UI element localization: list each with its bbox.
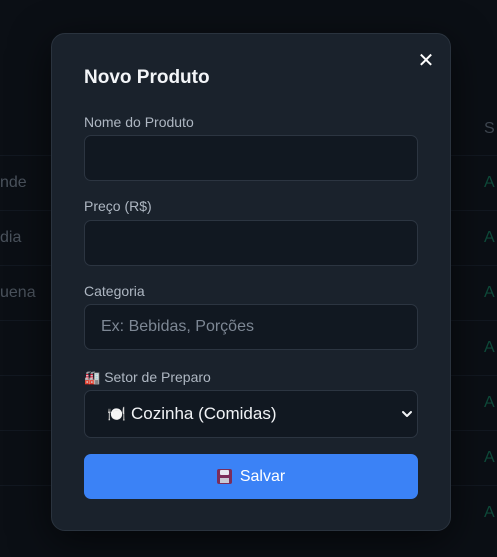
price-label: Preço (R$)	[84, 198, 152, 214]
sector-selected-value: Cozinha (Comidas)	[131, 404, 277, 423]
close-icon[interactable]: ✕	[416, 51, 436, 71]
product-name-label: Nome do Produto	[84, 114, 194, 130]
sector-label: 🏭 Setor de Preparo	[84, 369, 211, 386]
new-product-modal: Novo Produto ✕ Nome do Produto Preço (R$…	[51, 33, 451, 531]
category-input[interactable]	[84, 304, 418, 350]
floppy-disk-icon	[216, 469, 232, 484]
bg-row-text: nde	[0, 174, 27, 191]
save-button-label: Salvar	[239, 467, 286, 485]
category-label: Categoria	[84, 283, 145, 299]
modal-title: Novo Produto	[84, 67, 210, 88]
factory-icon: 🏭	[84, 370, 101, 385]
sector-label-text: Setor de Preparo	[104, 369, 211, 385]
bg-column-header: S	[484, 120, 495, 137]
save-button[interactable]: Salvar	[84, 454, 418, 499]
price-input[interactable]	[84, 220, 418, 266]
bg-row-text: dia	[0, 229, 22, 246]
bg-row-status: A	[484, 174, 495, 191]
product-name-input[interactable]	[84, 135, 418, 181]
bg-row-status: A	[484, 229, 495, 246]
bg-row-status: A	[484, 504, 495, 521]
chevron-down-icon	[402, 411, 412, 417]
bg-row-status: A	[484, 394, 495, 411]
bg-row-status: A	[484, 339, 495, 356]
bg-row-text: uena	[0, 284, 36, 301]
sector-select[interactable]: 🍽️ Cozinha (Comidas)	[84, 390, 418, 438]
bg-row-status: A	[484, 449, 495, 466]
bg-row-status: A	[484, 284, 495, 301]
plate-cutlery-icon: 🍽️	[107, 406, 126, 423]
